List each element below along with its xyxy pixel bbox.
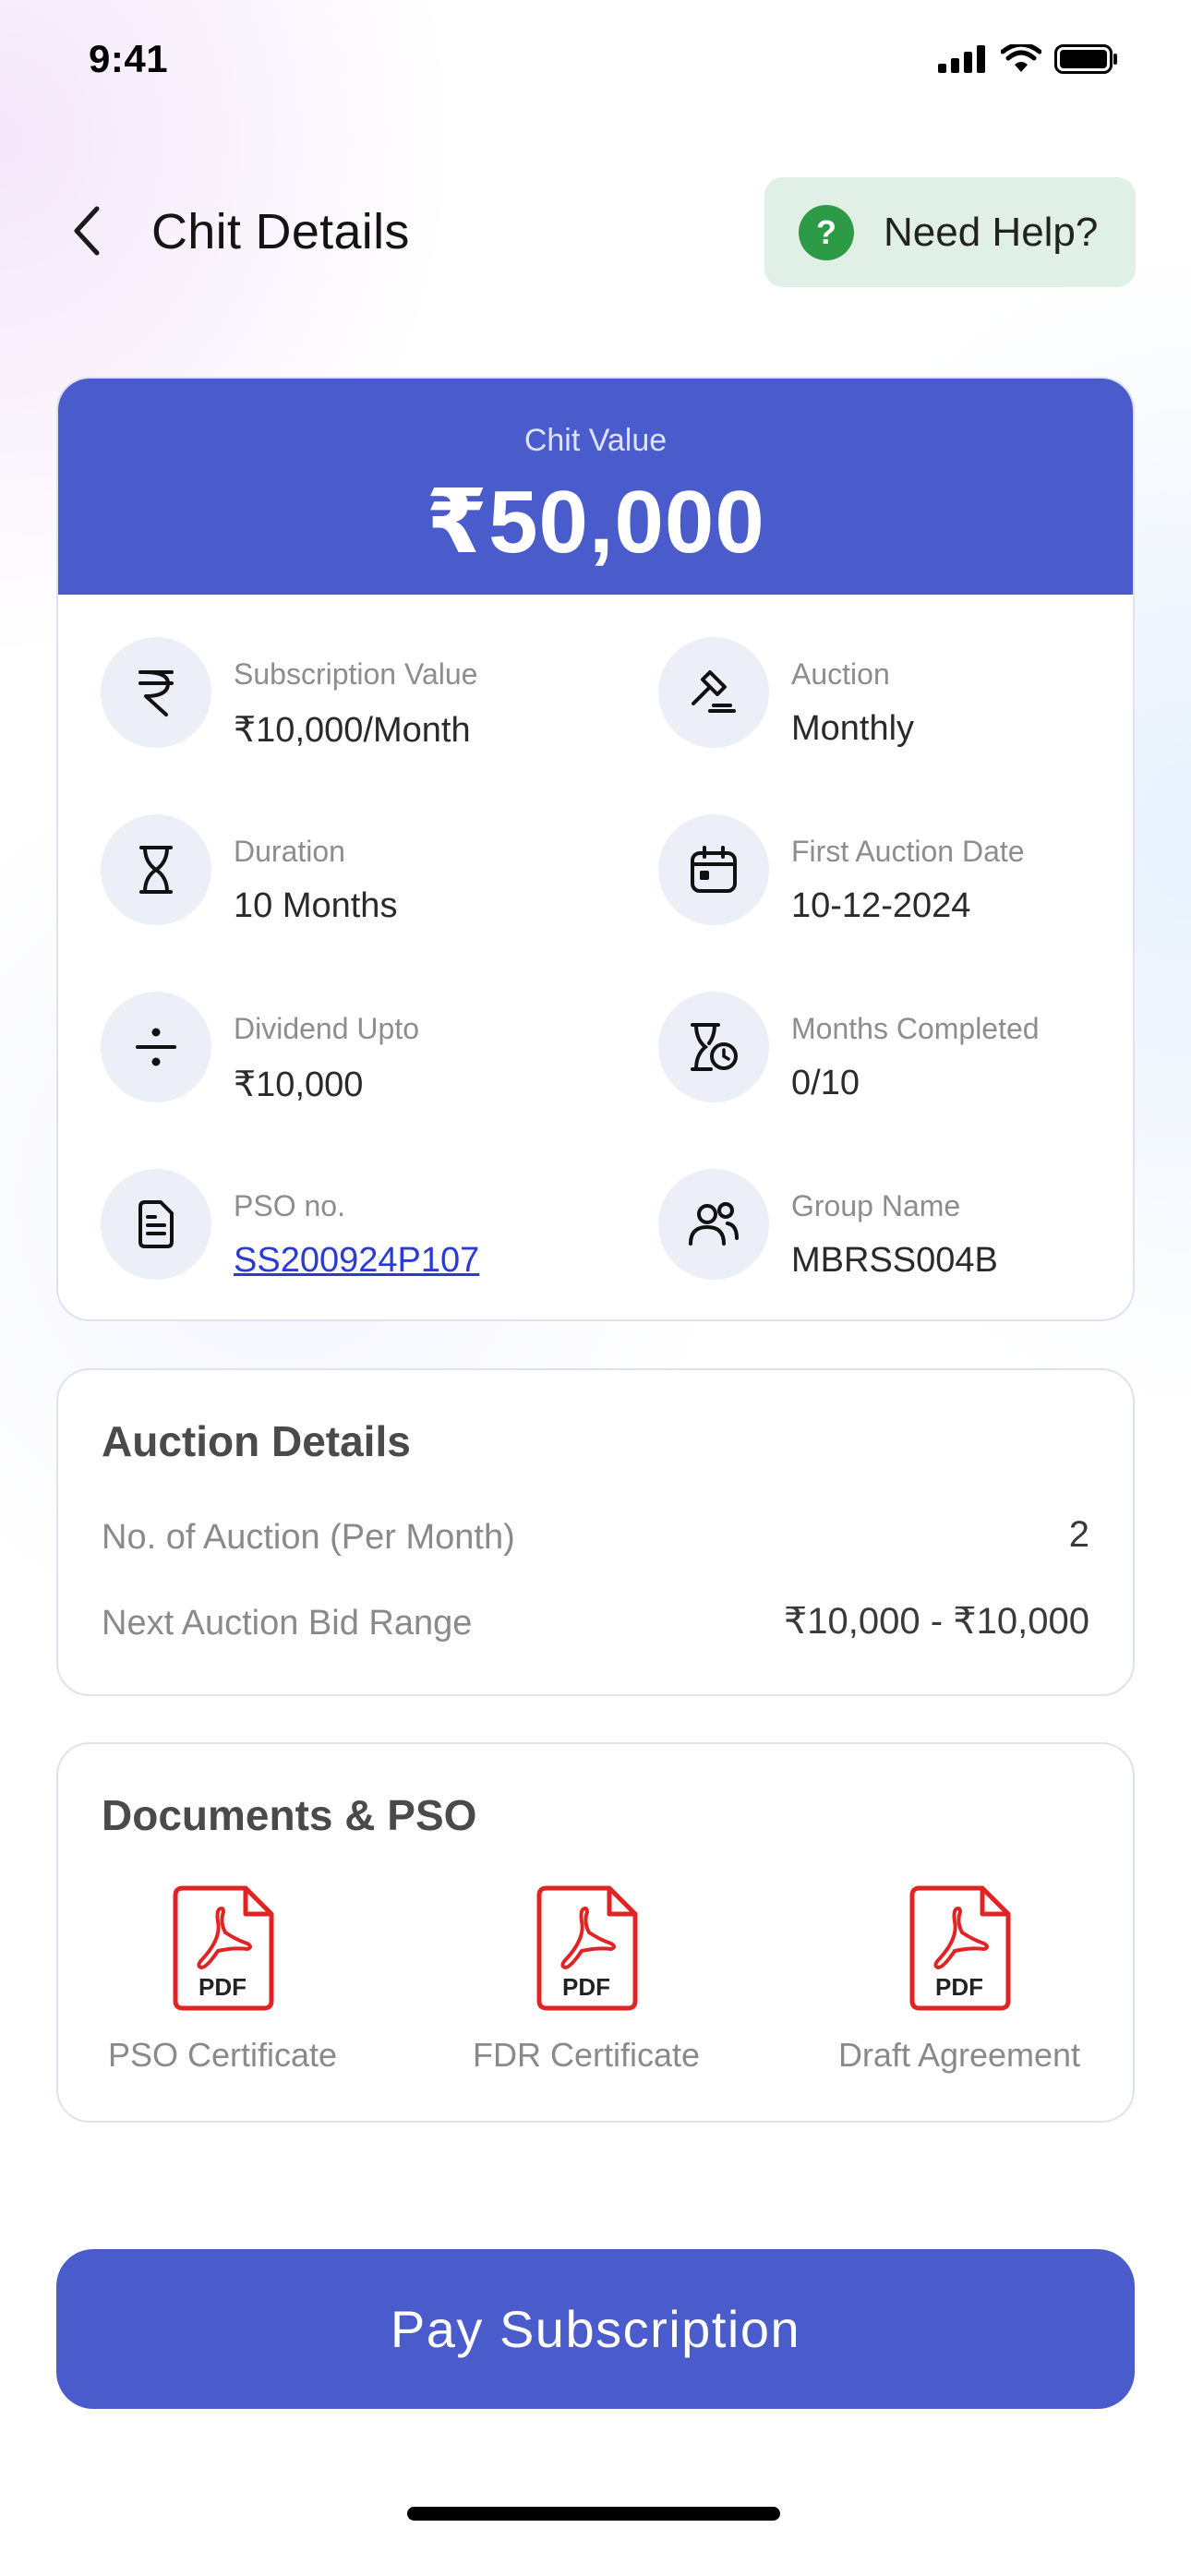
- document-icon: [101, 1169, 211, 1280]
- detail-label: Group Name: [791, 1189, 961, 1222]
- detail-label: Dividend Upto: [234, 1012, 419, 1045]
- detail-first-auction-date: First Auction Date 10-12-2024: [616, 796, 1133, 925]
- detail-label: Duration: [234, 835, 345, 868]
- chit-value-header: Chit Value ₹50,000: [58, 379, 1133, 595]
- status-time: 9:41: [89, 37, 169, 80]
- calendar-icon: [658, 814, 769, 925]
- chit-value: ₹50,000: [426, 473, 765, 572]
- detail-value: 10-12-2024: [791, 886, 971, 925]
- detail-label: PSO no.: [234, 1189, 345, 1222]
- draft-agreement-doc[interactable]: PDF Draft Agreement: [821, 1884, 1098, 2075]
- pay-subscription-button[interactable]: Pay Subscription: [56, 2249, 1135, 2409]
- bid-range-label: Next Auction Bid Range: [102, 1604, 473, 1643]
- doc-label: Draft Agreement: [837, 2036, 1081, 2074]
- home-indicator: [407, 2507, 780, 2521]
- hourglass-clock-icon: [658, 992, 769, 1102]
- detail-value: ₹10,000/Month: [234, 711, 471, 750]
- need-help-button[interactable]: ? Need Help?: [764, 177, 1136, 287]
- auction-details-card: Auction Details No. of Auction (Per Mont…: [56, 1368, 1135, 1696]
- pso-certificate-doc[interactable]: PDF PSO Certificate: [102, 1884, 343, 2075]
- page-title: Chit Details: [151, 204, 410, 259]
- group-icon: [658, 1169, 769, 1280]
- pdf-icon: PDF: [909, 1885, 1011, 2011]
- fdr-certificate-doc[interactable]: PDF FDR Certificate: [465, 1884, 707, 2075]
- detail-label: First Auction Date: [791, 835, 1025, 868]
- help-icon: ?: [799, 204, 854, 260]
- detail-group-name: Group Name MBRSS004B: [616, 1150, 1133, 1280]
- detail-grid: Subscription Value ₹10,000/Month Auction…: [58, 595, 1133, 1319]
- documents-card: Documents & PSO PDF PSO Certificate PDF …: [56, 1742, 1135, 2123]
- pdf-tag: PDF: [198, 1973, 247, 2001]
- detail-subscription-value: Subscription Value ₹10,000/Month: [58, 619, 575, 750]
- detail-value: ₹10,000: [234, 1065, 364, 1104]
- pdf-tag: PDF: [935, 1973, 983, 2001]
- chit-card: Chit Value ₹50,000 Subscription Value ₹1…: [56, 377, 1135, 1321]
- battery-icon: [1054, 44, 1117, 74]
- divide-icon: [101, 992, 211, 1102]
- detail-dividend-upto: Dividend Upto ₹10,000: [58, 973, 575, 1104]
- rupee-icon: [101, 637, 211, 748]
- detail-pso-no: PSO no. SS200924P107: [58, 1150, 575, 1280]
- doc-label: FDR Certificate: [472, 2036, 701, 2074]
- documents-title: Documents & PSO: [102, 1791, 477, 1839]
- detail-label: Months Completed: [791, 1012, 1040, 1045]
- chevron-left-icon: [74, 206, 100, 256]
- gavel-icon: [658, 637, 769, 748]
- bid-range-value: ₹10,000 - ₹10,000: [783, 1601, 1089, 1642]
- help-label: Need Help?: [884, 209, 1099, 255]
- auction-count-label: No. of Auction (Per Month): [102, 1518, 515, 1557]
- pdf-icon: PDF: [173, 1885, 274, 2011]
- wifi-icon: [1001, 44, 1041, 72]
- pso-number-link[interactable]: SS200924P107: [234, 1241, 479, 1281]
- chit-value-label: Chit Value: [523, 423, 668, 458]
- pdf-tag: PDF: [562, 1973, 610, 2001]
- signal-icon: [938, 45, 985, 73]
- detail-value: Monthly: [791, 709, 915, 748]
- detail-value: 10 Months: [234, 886, 398, 925]
- detail-value: MBRSS004B: [791, 1241, 998, 1280]
- status-icons: [938, 44, 1119, 74]
- back-button[interactable]: [59, 194, 114, 268]
- detail-value: 0/10: [791, 1064, 860, 1102]
- detail-label: Auction: [791, 657, 890, 691]
- auction-count-value: 2: [1068, 1514, 1089, 1555]
- auction-details-title: Auction Details: [102, 1417, 411, 1465]
- detail-months-completed: Months Completed 0/10: [616, 973, 1133, 1102]
- detail-label: Subscription Value: [234, 657, 478, 691]
- pdf-icon: PDF: [536, 1885, 638, 2011]
- detail-duration: Duration 10 Months: [58, 796, 575, 925]
- hourglass-icon: [101, 814, 211, 925]
- doc-label: PSO Certificate: [107, 2036, 338, 2074]
- detail-auction: Auction Monthly: [616, 619, 1133, 748]
